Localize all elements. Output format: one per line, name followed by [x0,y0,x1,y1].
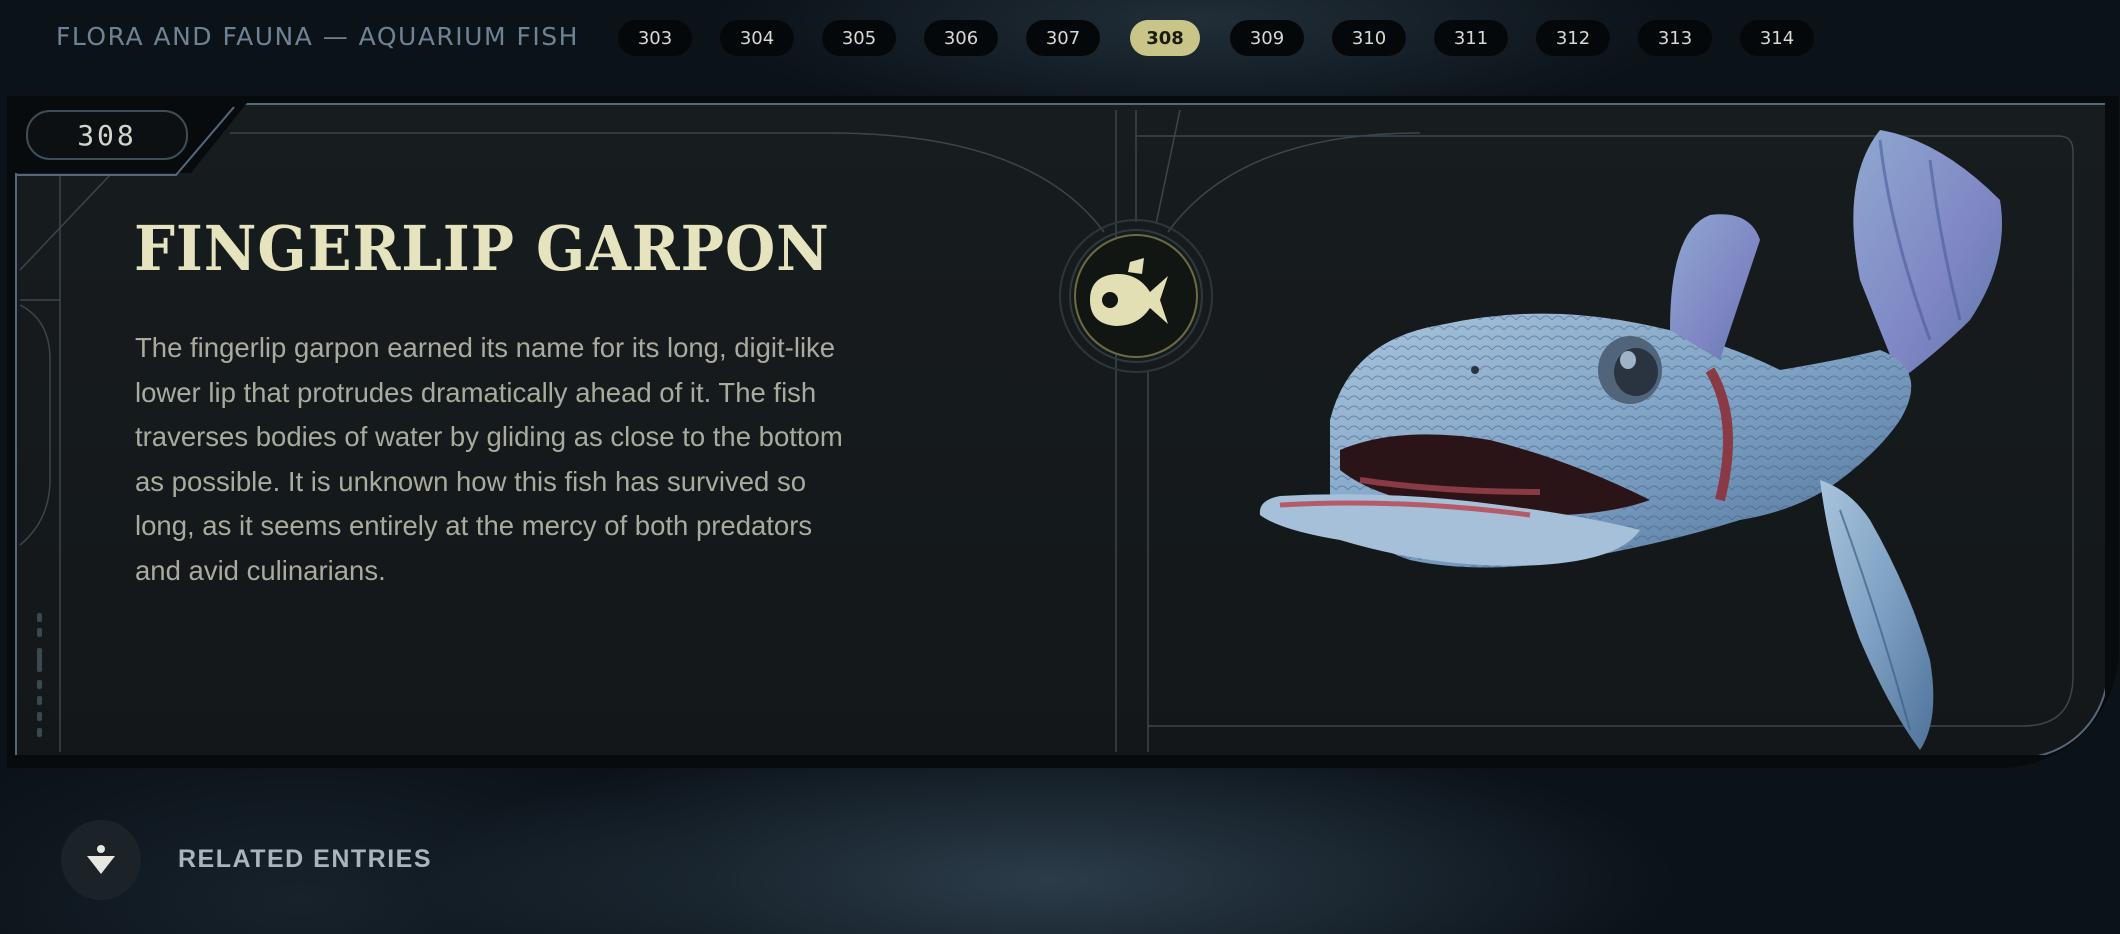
related-entries-button[interactable] [61,820,141,900]
figure-down-icon [87,845,115,874]
breadcrumb: FLORA AND FAUNA — AQUARIUM FISH [56,22,579,51]
fish-icon [1059,219,1213,373]
entry-tab-308-active[interactable]: 308 [1130,20,1200,56]
entry-tab-306[interactable]: 306 [924,20,998,56]
related-entries-label[interactable]: RELATED ENTRIES [178,845,432,874]
entry-description: The fingerlip garpon earned its name for… [135,332,843,586]
entry-tab-311[interactable]: 311 [1434,20,1508,56]
entry-tab-310[interactable]: 310 [1332,20,1406,56]
entry-tab-304[interactable]: 304 [720,20,794,56]
top-bar: FLORA AND FAUNA — AQUARIUM FISH 303 304 … [0,0,2120,76]
entry-tab-312[interactable]: 312 [1536,20,1610,56]
entry-tab-307[interactable]: 307 [1026,20,1100,56]
entry-title: FINGERLIP GARPON [134,212,830,285]
entry-number-badge: 308 [26,110,188,160]
entry-tab-314[interactable]: 314 [1740,20,1814,56]
entry-tab-303[interactable]: 303 [618,20,692,56]
entry-tab-305[interactable]: 305 [822,20,896,56]
entry-tab-309[interactable]: 309 [1230,20,1304,56]
entry-tab-313[interactable]: 313 [1638,20,1712,56]
fingerlip-garpon-illustration [1259,130,2002,750]
